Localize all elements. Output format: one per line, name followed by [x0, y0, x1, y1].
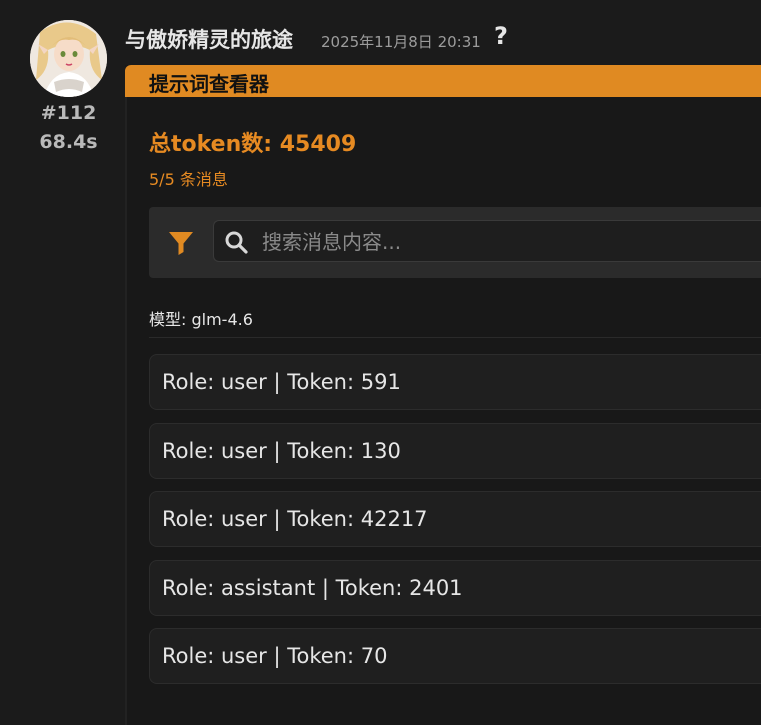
message-item-label: Role: user | Token: 130 [162, 438, 401, 463]
generation-time: 68.4s [39, 131, 98, 153]
message-item[interactable]: Role: assistant | Token: 2401 [149, 559, 761, 616]
message-list: Role: user | Token: 591 Role: user | Tok… [149, 354, 761, 697]
message-item-label: Role: user | Token: 42217 [162, 507, 428, 532]
message-item-label: Role: user | Token: 70 [162, 644, 388, 669]
filter-icon[interactable] [168, 230, 194, 256]
prompt-viewer-panel: 提示词查看器 总token数: 45409 5/5 条消息 模型: [125, 65, 761, 725]
avatar[interactable] [30, 20, 107, 97]
divider [149, 337, 761, 338]
panel-edge [125, 97, 127, 725]
search-icon [224, 230, 248, 254]
message-item[interactable]: Role: user | Token: 130 [149, 422, 761, 479]
message-item[interactable]: Role: user | Token: 42217 [149, 491, 761, 548]
chat-message: #112 68.4s 与傲娇精灵的旅途 2025年11月8日 20:31 ? 提… [0, 0, 761, 725]
panel-title: 提示词查看器 [149, 72, 269, 96]
message-timestamp: 2025年11月8日 20:31 [321, 33, 481, 51]
message-item-label: Role: assistant | Token: 2401 [162, 575, 463, 600]
search-input[interactable] [260, 221, 744, 263]
message-index: #112 [40, 102, 97, 124]
model-label: 模型: glm-4.6 [149, 310, 253, 329]
panel-header: 提示词查看器 [125, 65, 761, 97]
filter-bar [149, 207, 761, 278]
total-token-count: 总token数: 45409 [149, 132, 357, 157]
message-count: 5/5 条消息 [149, 170, 228, 189]
message-item[interactable]: Role: user | Token: 70 [149, 628, 761, 685]
search-box [213, 220, 761, 263]
character-name: 与傲娇精灵的旅途 [125, 28, 293, 52]
message-item[interactable]: Role: user | Token: 591 [149, 354, 761, 410]
question-icon[interactable]: ? [494, 22, 508, 50]
message-item-label: Role: user | Token: 591 [162, 370, 401, 394]
